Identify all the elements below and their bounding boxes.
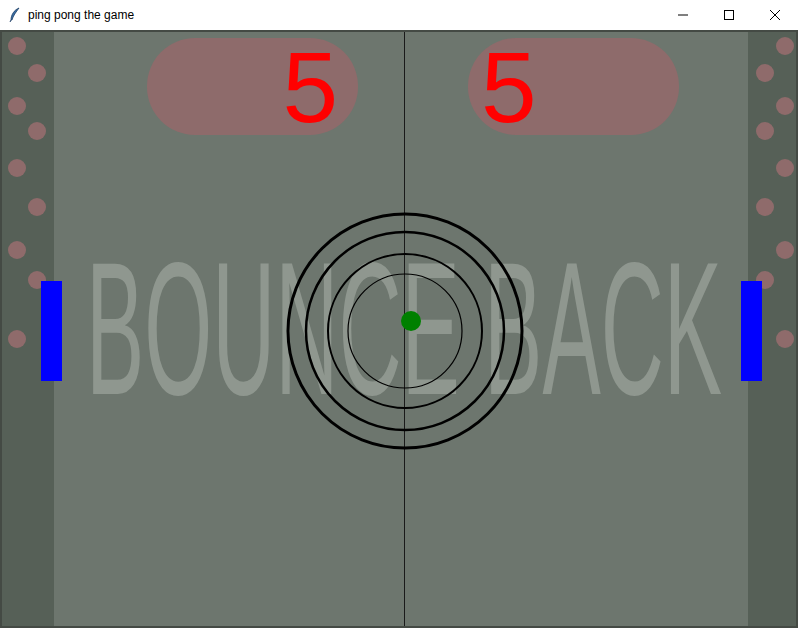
right-score: 5 — [481, 37, 537, 137]
score-pill: 5 — [468, 38, 679, 135]
maximize-icon — [724, 10, 734, 20]
left-score: 5 — [282, 37, 338, 137]
gutter-dot — [8, 97, 26, 115]
gutter-dot — [756, 122, 774, 140]
ball — [401, 311, 421, 331]
gutter-dot — [756, 64, 774, 82]
game-window: ping pong the game55BOUNCE BACK — [0, 0, 798, 628]
right-paddle[interactable] — [741, 281, 762, 381]
gutter-dot — [776, 330, 794, 348]
gutter-dot — [776, 37, 794, 55]
maximize-button[interactable] — [706, 0, 752, 30]
gutter-dot — [8, 37, 26, 55]
gutter-dot — [756, 198, 774, 216]
center-rings-icon — [285, 211, 525, 451]
score-pill: 5 — [147, 38, 358, 135]
game-board: 55BOUNCE BACK — [0, 30, 798, 628]
window-controls — [660, 0, 798, 30]
gutter-dot — [8, 330, 26, 348]
gutter-dot — [8, 241, 26, 259]
gutter-dot — [8, 159, 26, 177]
gutter-dot — [28, 198, 46, 216]
window-title: ping pong the game — [28, 8, 654, 22]
close-icon — [770, 10, 780, 20]
minimize-icon — [678, 10, 688, 20]
gutter-dot — [776, 159, 794, 177]
title-bar: ping pong the game — [0, 0, 798, 30]
gutter-dot — [28, 64, 46, 82]
gutter-dot — [28, 122, 46, 140]
left-paddle[interactable] — [41, 281, 62, 381]
gutter-dot — [776, 241, 794, 259]
minimize-button[interactable] — [660, 0, 706, 30]
feather-icon — [8, 7, 22, 23]
gutter-dot — [776, 97, 794, 115]
close-button[interactable] — [752, 0, 798, 30]
